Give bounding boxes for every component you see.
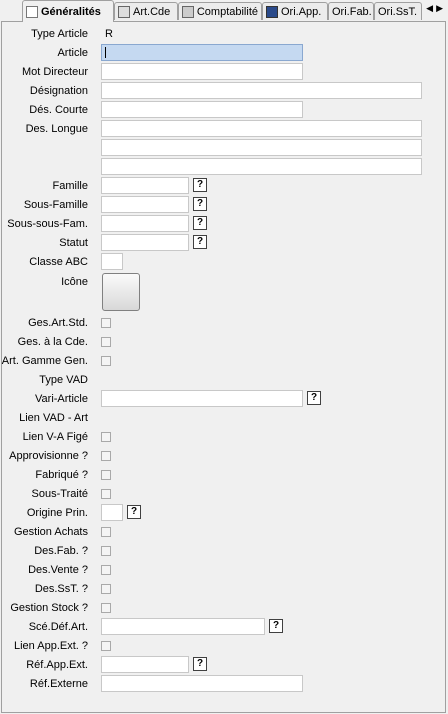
- origine-prin-label: Origine Prin.: [26, 507, 88, 519]
- tab-ori-app[interactable]: Ori.App.: [262, 2, 328, 20]
- des-longue-input-2[interactable]: [101, 139, 422, 156]
- classe-abc-input[interactable]: [101, 253, 123, 270]
- vari-article-label: Vari-Article: [35, 393, 88, 405]
- approvisionne-checkbox[interactable]: [101, 451, 111, 461]
- tab-ori-fab[interactable]: Ori.Fab.: [328, 2, 374, 20]
- tab-label: Art.Cde: [133, 5, 171, 18]
- gestion-stock-label: Gestion Stock ?: [10, 602, 88, 614]
- famille-lookup-button[interactable]: ?: [193, 178, 207, 192]
- ges-a-la-cde-label: Ges. à la Cde.: [17, 336, 88, 348]
- tab-ori-sst[interactable]: Ori.SsT.: [374, 2, 422, 20]
- statut-lookup-button[interactable]: ?: [193, 235, 207, 249]
- sous-sous-fam-lookup-button[interactable]: ?: [193, 216, 207, 230]
- des-longue-input-3[interactable]: [101, 158, 422, 175]
- tab-scroll-arrows[interactable]: ◀▶: [426, 3, 446, 14]
- gestion-achats-label: Gestion Achats: [14, 526, 88, 538]
- classe-abc-label: Classe ABC: [29, 256, 88, 268]
- statut-input[interactable]: [101, 234, 189, 251]
- sous-famille-input[interactable]: [101, 196, 189, 213]
- approvisionne-label: Approvisionne ?: [9, 450, 88, 462]
- origine-prin-lookup-button[interactable]: ?: [127, 505, 141, 519]
- sce-def-art-input[interactable]: [101, 618, 265, 635]
- text-caret: [105, 47, 106, 58]
- calculator-icon: [182, 5, 194, 18]
- gestion-stock-checkbox[interactable]: [101, 603, 111, 613]
- tab-label: Généralités: [41, 5, 101, 18]
- des-sst-label: Des.SsT. ?: [34, 583, 88, 595]
- statut-label: Statut: [59, 237, 88, 249]
- tab-label: Ori.SsT.: [378, 5, 418, 18]
- ges-art-std-label: Ges.Art.Std.: [28, 317, 88, 329]
- sous-sous-fam-label: Sous-sous-Fam.: [7, 218, 88, 230]
- lien-app-ext-label: Lien App.Ext. ?: [14, 640, 88, 652]
- famille-input[interactable]: [101, 177, 189, 194]
- printer-icon: [118, 5, 130, 18]
- tab-art-cde[interactable]: Art.Cde: [114, 2, 178, 20]
- ref-app-ext-lookup-button[interactable]: ?: [193, 657, 207, 671]
- art-gamme-gen-label: Art. Gamme Gen.: [1, 355, 88, 367]
- sous-sous-fam-input[interactable]: [101, 215, 189, 232]
- icone-picker-button[interactable]: [102, 273, 140, 311]
- sce-def-art-lookup-button[interactable]: ?: [269, 619, 283, 633]
- lien-vad-art-label: Lien VAD - Art: [19, 412, 88, 424]
- tab-bar: Généralités Art.Cde Comptabilité Ori.App…: [0, 0, 448, 22]
- gestion-achats-checkbox[interactable]: [101, 527, 111, 537]
- ref-externe-input[interactable]: [101, 675, 303, 692]
- vari-article-input[interactable]: [101, 390, 303, 407]
- des-courte-input[interactable]: [101, 101, 303, 118]
- ges-a-la-cde-checkbox[interactable]: [101, 337, 111, 347]
- famille-label: Famille: [52, 180, 88, 192]
- mot-directeur-label: Mot Directeur: [21, 66, 88, 78]
- origine-prin-input[interactable]: [101, 504, 123, 521]
- des-vente-checkbox[interactable]: [101, 565, 111, 575]
- ges-art-std-checkbox[interactable]: [101, 318, 111, 328]
- mot-directeur-input[interactable]: [101, 63, 303, 80]
- designation-input[interactable]: [101, 82, 422, 99]
- des-vente-label: Des.Vente ?: [28, 564, 88, 576]
- art-gamme-gen-checkbox[interactable]: [101, 356, 111, 366]
- des-longue-input-1[interactable]: [101, 120, 422, 137]
- vari-article-lookup-button[interactable]: ?: [307, 391, 321, 405]
- ref-app-ext-label: Réf.App.Ext.: [26, 659, 88, 671]
- article-label: Article: [57, 47, 88, 59]
- article-input[interactable]: [101, 44, 303, 61]
- tab-label: Ori.Fab.: [332, 5, 372, 18]
- type-article-value: R: [105, 28, 113, 40]
- type-vad-label: Type VAD: [39, 374, 88, 386]
- designation-label: Désignation: [29, 85, 88, 97]
- sce-def-art-label: Scé.Déf.Art.: [28, 621, 88, 633]
- des-sst-checkbox[interactable]: [101, 584, 111, 594]
- tab-label: Comptabilité: [196, 5, 258, 18]
- lien-app-ext-checkbox[interactable]: [101, 641, 111, 651]
- type-article-label: Type Article: [31, 28, 88, 40]
- icone-label: Icône: [61, 276, 88, 288]
- des-fab-label: Des.Fab. ?: [34, 545, 88, 557]
- sous-famille-lookup-button[interactable]: ?: [193, 197, 207, 211]
- fabrique-checkbox[interactable]: [101, 470, 111, 480]
- des-fab-checkbox[interactable]: [101, 546, 111, 556]
- sous-famille-label: Sous-Famille: [23, 199, 88, 211]
- tab-label: Ori.App.: [281, 5, 322, 18]
- document-icon: [26, 5, 38, 18]
- fabrique-label: Fabriqué ?: [35, 469, 88, 481]
- des-longue-label: Des. Longue: [25, 123, 88, 135]
- lien-va-fige-label: Lien V-A Figé: [22, 431, 88, 443]
- tab-comptabilite[interactable]: Comptabilité: [178, 2, 262, 20]
- sous-traite-label: Sous-Traité: [31, 488, 88, 500]
- book-icon: [266, 5, 278, 18]
- lien-va-fige-checkbox[interactable]: [101, 432, 111, 442]
- ref-externe-label: Réf.Externe: [29, 678, 88, 690]
- sous-traite-checkbox[interactable]: [101, 489, 111, 499]
- tab-generalites[interactable]: Généralités: [22, 0, 114, 22]
- des-courte-label: Dés. Courte: [29, 104, 88, 116]
- ref-app-ext-input[interactable]: [101, 656, 189, 673]
